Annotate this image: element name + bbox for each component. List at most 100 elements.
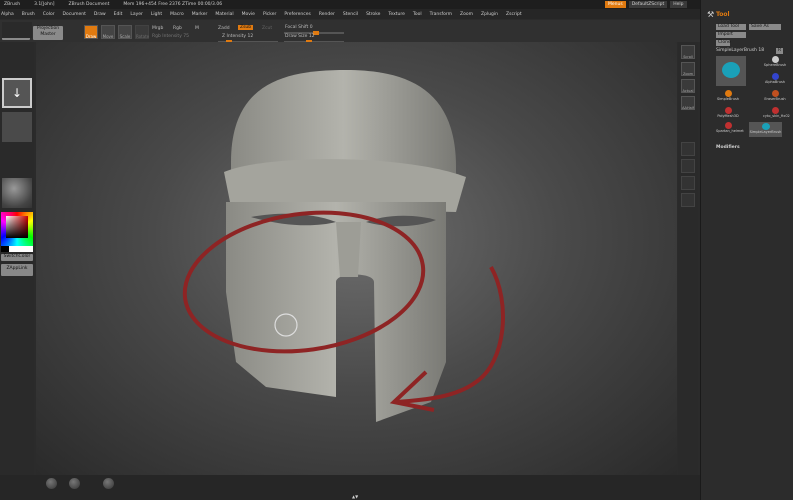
menus-button[interactable]: Menus (605, 1, 626, 8)
tool-thumbnail-selected[interactable]: SimpleLayerBrush (749, 122, 782, 137)
rgb-intensity-slider[interactable]: Rgb Intensity 75 (152, 34, 189, 39)
m-toggle[interactable]: M (195, 26, 199, 31)
menu-layer[interactable]: Layer (130, 12, 143, 17)
mrgb-toggle[interactable]: Mrgb (152, 26, 163, 31)
tool-label: Spartan_helmet (716, 129, 744, 133)
color-swatches[interactable] (1, 246, 33, 252)
tool-icon (724, 122, 732, 129)
projection-master-button[interactable]: Projection Master (33, 26, 63, 40)
menu-picker[interactable]: Picker (263, 12, 276, 17)
material-thumbnail[interactable] (2, 178, 32, 208)
tool-icon (724, 107, 732, 114)
menu-zoom[interactable]: Zoom (460, 12, 473, 17)
tool-thumbnail[interactable]: SimpleBrush (716, 90, 740, 105)
clone-button[interactable]: Clone (716, 40, 731, 46)
tool-label: SimpleLayerBrush (749, 130, 782, 134)
tool-thumbnail[interactable]: Spartan_helmet (716, 122, 744, 137)
tool-thumbnail[interactable]: SphereBrush (763, 56, 787, 71)
menu-movie[interactable]: Movie (242, 12, 255, 17)
shelf-button[interactable] (681, 176, 695, 190)
app-version: 3.1[John] (34, 2, 55, 7)
save-as-button[interactable]: Save As (749, 24, 781, 30)
tool-thumbnail[interactable]: cyto_skin_fix02 (763, 107, 790, 122)
import-button[interactable]: Import (716, 32, 746, 38)
shelf-button[interactable] (681, 142, 695, 156)
tool-icon (771, 73, 779, 80)
menu-document[interactable]: Document (63, 12, 86, 17)
menu-zplugin[interactable]: Zplugin (481, 12, 498, 17)
left-shelf: ↓ SwitchColor ZAppLink (0, 22, 34, 475)
tool-icon: ⚒ (707, 10, 715, 19)
menu-transform[interactable]: Transform (430, 12, 452, 17)
scale-label: Scale (119, 34, 131, 39)
tool-icon (771, 90, 779, 97)
load-tool-button[interactable]: Load Tool (716, 24, 746, 30)
scale-button[interactable]: Scale (118, 25, 132, 39)
move-button[interactable]: Move (101, 25, 115, 39)
menu-marker[interactable]: Marker (192, 12, 208, 17)
aahalf-button[interactable]: AAHalf (681, 96, 695, 110)
tool-thumbnail[interactable]: PolyMesh3D (716, 107, 740, 122)
alpha-thumbnail[interactable] (2, 112, 32, 142)
menu-preferences[interactable]: Preferences (284, 12, 310, 17)
rgb-toggle[interactable]: Rgb (173, 26, 182, 31)
memory-stats: Mem 196+454 Free 2376 ZTime 00:00/3.06 (123, 2, 223, 7)
zcut-toggle[interactable]: Zcut (262, 26, 272, 31)
rotate-label: Rotate (136, 34, 150, 39)
menu-stencil[interactable]: Stencil (343, 12, 358, 17)
menu-edit[interactable]: Edit (114, 12, 123, 17)
shelf-button[interactable] (681, 193, 695, 207)
current-tool-thumbnail[interactable] (716, 56, 746, 86)
tool-icon (761, 123, 770, 130)
rotate-button[interactable]: Rotate (135, 25, 149, 39)
material-sphere-icon[interactable] (69, 478, 80, 489)
app-name: ZBrush (4, 2, 21, 7)
top-toolbar: ZMapperrev E ProjectionMaster Draw Move … (0, 20, 700, 44)
menu-light[interactable]: Light (151, 12, 162, 17)
draw-label: Draw (85, 34, 97, 39)
current-tool-name: SimpleLayerBrush 18 (716, 48, 765, 53)
zapplink-button[interactable]: ZAppLink (1, 264, 33, 276)
bottom-shelf: ▲▼ (0, 475, 700, 500)
zoom-button[interactable]: Zoom (681, 62, 695, 76)
menu-color[interactable]: Color (43, 12, 55, 17)
menu-bar: Alpha Brush Color Document Draw Edit Layer Ligh… (0, 9, 700, 19)
menu-texture[interactable]: Texture (388, 12, 404, 17)
menu-tool[interactable]: Tool (413, 12, 422, 17)
material-sphere-icon[interactable] (103, 478, 114, 489)
tool-palette: ⚒ Tool Load Tool Save As Import Clone Si… (700, 0, 793, 500)
shelf-button[interactable] (681, 159, 695, 173)
tool-label: SimpleBrush (716, 97, 740, 101)
tool-thumbnail[interactable]: AlphaBrush (763, 73, 787, 88)
z-intensity-slider[interactable]: Z Intensity 12 (222, 34, 253, 39)
scroll-button[interactable]: Scroll (681, 45, 695, 59)
draw-size-slider[interactable]: Draw Size 12 (285, 34, 315, 39)
modifiers-section[interactable]: Modifiers (716, 145, 740, 150)
material-sphere-icon[interactable] (46, 478, 57, 489)
zadd-toggle[interactable]: Zadd (218, 26, 230, 31)
r-button[interactable]: R (776, 48, 784, 54)
menu-brush[interactable]: Brush (22, 12, 35, 17)
switch-color-button[interactable]: SwitchColor (1, 254, 33, 261)
zoom-arrows[interactable]: ▲▼ (352, 494, 358, 499)
draw-button[interactable]: Draw (84, 25, 98, 39)
menu-render[interactable]: Render (319, 12, 335, 17)
menu-macro[interactable]: Macro (170, 12, 184, 17)
menu-material[interactable]: Material (215, 12, 233, 17)
default-zscript-button[interactable]: DefaultZScript (628, 1, 668, 8)
help-button[interactable]: Help (670, 1, 687, 8)
zsub-toggle[interactable]: Zsub (238, 25, 254, 30)
menu-alpha[interactable]: Alpha (1, 12, 14, 17)
tool-icon (724, 90, 732, 97)
menu-zscript[interactable]: Zscript (506, 12, 522, 17)
stroke-dots-thumbnail[interactable]: ↓ (2, 78, 32, 108)
document-canvas[interactable] (36, 42, 677, 475)
tool-icon (771, 107, 779, 114)
menu-draw[interactable]: Draw (94, 12, 106, 17)
arrow-down-icon: ↓ (11, 86, 23, 100)
actual-button[interactable]: Actual (681, 79, 695, 93)
tool-thumbnail[interactable]: EraserBrush (763, 90, 787, 105)
color-picker[interactable] (1, 212, 33, 246)
focal-shift-slider[interactable]: Focal Shift 0 (285, 25, 313, 30)
menu-stroke[interactable]: Stroke (366, 12, 380, 17)
